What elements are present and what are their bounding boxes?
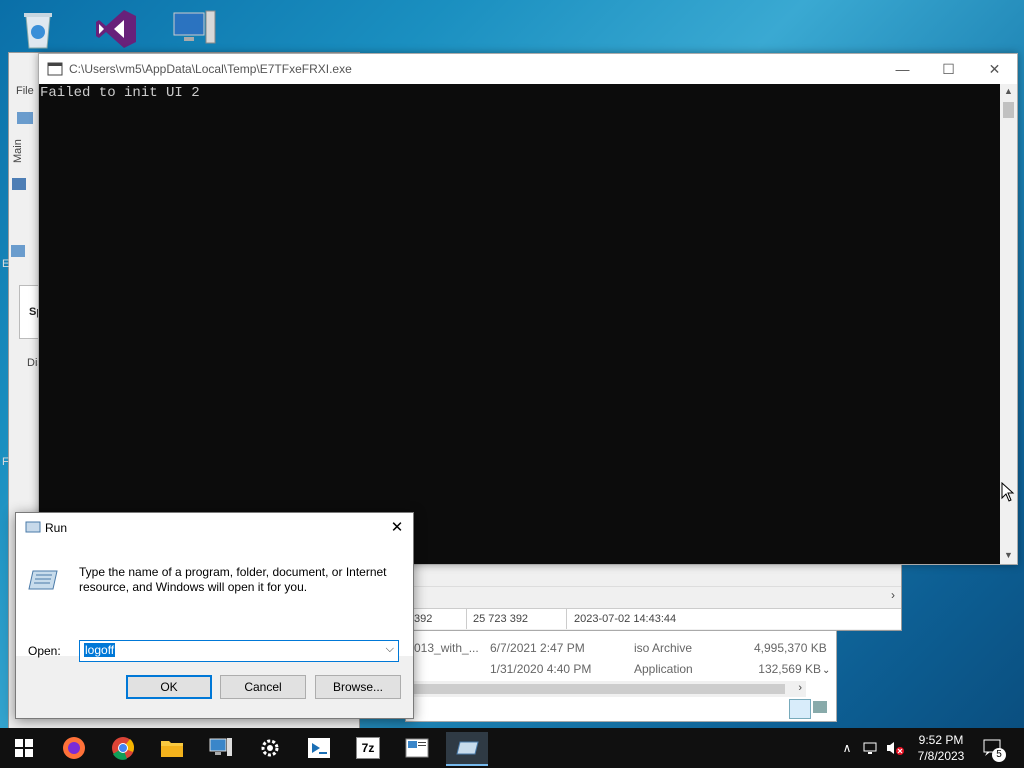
console-window: C:\Users\vm5\AppData\Local\Temp\E7TFxeFR…: [38, 53, 1018, 565]
open-label: Open:: [28, 644, 61, 658]
file-date: 6/7/2021 2:47 PM: [490, 641, 585, 655]
volume-muted-icon[interactable]: [884, 728, 906, 768]
chrome-icon[interactable]: [103, 732, 143, 764]
cursor-icon: [1001, 481, 1015, 505]
toolbar-icon[interactable]: [15, 109, 39, 133]
remote-desktop-icon[interactable]: [201, 732, 241, 764]
clock-date: 7/8/2023: [917, 749, 965, 763]
run-titlebar[interactable]: Run ✕: [16, 513, 413, 541]
side-letter-f: F: [2, 456, 9, 468]
file-date: 1/31/2020 4:40 PM: [490, 662, 592, 676]
ok-button[interactable]: OK: [126, 675, 212, 699]
archive-window: › 392 25 723 392 2023-07-02 14:43:44: [405, 563, 902, 631]
settings-icon[interactable]: [250, 732, 290, 764]
archive-status: 392 25 723 392 2023-07-02 14:43:44: [406, 608, 901, 629]
file-explorer-icon[interactable]: [152, 732, 192, 764]
file-type: iso Archive: [634, 641, 693, 655]
run-description: Type the name of a program, folder, docu…: [79, 565, 387, 594]
run-dialog: Run ✕ Type the name of a program, folder…: [15, 512, 414, 719]
scroll-right-icon[interactable]: ›: [891, 588, 895, 602]
file-name[interactable]: 013_with_...: [414, 641, 479, 655]
hscroll-thumb[interactable]: [410, 684, 785, 694]
status-cell-1: 392: [414, 613, 433, 625]
recycle-bin-icon[interactable]: [12, 6, 64, 52]
main-tab-icon: [11, 177, 31, 193]
chevron-down-icon[interactable]: ⌵: [386, 643, 394, 656]
console-scroll-thumb[interactable]: [1003, 102, 1014, 118]
maximize-button[interactable]: ☐: [926, 54, 971, 84]
this-pc-icon[interactable]: [168, 6, 220, 52]
cancel-button[interactable]: Cancel: [220, 675, 306, 699]
close-button[interactable]: ✕: [972, 54, 1017, 84]
scroll-right-icon[interactable]: ›: [798, 682, 802, 694]
details-view-icon[interactable]: [789, 699, 811, 719]
console-output-text: Failed to init UI 2: [40, 85, 200, 101]
console-output-area[interactable]: Failed to init UI 2: [39, 84, 1000, 564]
file-menu[interactable]: File: [16, 85, 34, 97]
app-icon[interactable]: [446, 732, 488, 766]
console-app-icon: [47, 62, 63, 76]
run-title: Run: [45, 521, 68, 535]
preview-view-icon[interactable]: [813, 701, 827, 713]
visual-studio-icon[interactable]: [90, 6, 142, 52]
console-titlebar[interactable]: C:\Users\vm5\AppData\Local\Temp\E7TFxeFR…: [39, 54, 1017, 84]
clock[interactable]: 9:52 PM 7/8/2023: [908, 732, 974, 764]
file-size: 132,569 KB: [758, 662, 821, 676]
explorer-window: 013_with_... 6/7/2021 2:47 PM iso Archiv…: [405, 630, 837, 722]
7zip-icon[interactable]: 7z: [348, 732, 388, 764]
open-value[interactable]: logoff: [84, 643, 116, 657]
side-letter-e: E: [2, 258, 10, 270]
scroll-up-icon[interactable]: ▲: [1004, 86, 1013, 96]
notification-center-icon[interactable]: 5: [980, 728, 1008, 768]
run-title-icon: [25, 520, 41, 534]
network-icon[interactable]: [862, 728, 880, 768]
tab-main[interactable]: Main: [12, 139, 24, 163]
open-combobox[interactable]: logoff ⌵: [79, 640, 399, 662]
run-program-icon: [28, 565, 62, 595]
status-cell-2: 25 723 392: [473, 613, 529, 625]
scroll-down-icon[interactable]: ⌄: [822, 665, 830, 676]
chevron-up-icon[interactable]: ∧: [838, 728, 856, 768]
status-cell-3: 2023-07-02 14:43:44: [574, 613, 677, 625]
firefox-icon[interactable]: [54, 732, 94, 764]
console-title: C:\Users\vm5\AppData\Local\Temp\E7TFxeFR…: [69, 62, 352, 76]
clock-time: 9:52 PM: [918, 733, 964, 747]
notification-badge: 5: [992, 748, 1006, 762]
file-type: Application: [634, 662, 693, 676]
powershell-icon[interactable]: [299, 732, 339, 764]
window-icon: [9, 243, 39, 261]
archive-hscroll[interactable]: ›: [406, 586, 901, 605]
browse-button[interactable]: Browse...: [315, 675, 401, 699]
taskbar: 7z ∧ 9:52 PM 7/8/2023 5: [0, 728, 1024, 768]
start-icon[interactable]: [4, 732, 44, 764]
explorer-hscroll[interactable]: ›: [406, 681, 806, 697]
scroll-down-icon[interactable]: ▼: [1004, 550, 1013, 560]
run-content: Type the name of a program, folder, docu…: [16, 541, 413, 662]
file-size: 4,995,370 KB: [754, 641, 827, 655]
minimize-button[interactable]: —: [880, 54, 925, 84]
run-close-button[interactable]: ✕: [381, 513, 413, 541]
notepad-icon[interactable]: [397, 732, 437, 764]
